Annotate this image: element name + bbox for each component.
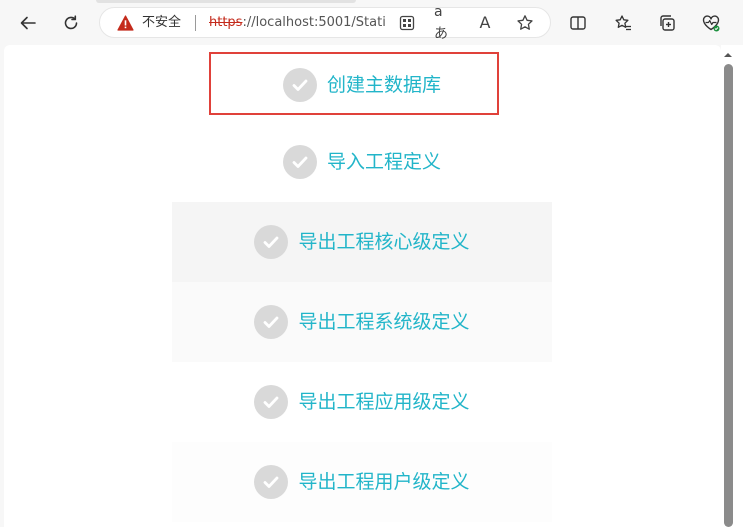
url-scheme: https bbox=[209, 15, 243, 30]
step-label: 导出工程应用级定义 bbox=[298, 391, 470, 413]
browser-essentials-button[interactable] bbox=[697, 9, 725, 37]
checkmark-icon bbox=[254, 225, 289, 259]
favorite-button[interactable] bbox=[514, 12, 536, 34]
read-aloud-button[interactable]: A bbox=[474, 12, 496, 34]
step-import-project-def[interactable]: 导入工程定义 bbox=[172, 122, 552, 202]
favorites-star-list-icon bbox=[615, 15, 631, 31]
refresh-button[interactable] bbox=[57, 9, 85, 37]
translate-icon: aあ bbox=[434, 4, 448, 42]
address-bar[interactable]: 不安全 https://localhost:5001/Stati... aあ A bbox=[99, 4, 551, 42]
url-text[interactable]: https://localhost:5001/Stati... bbox=[209, 15, 387, 31]
app-available-button[interactable] bbox=[396, 12, 418, 34]
step-export-system-def[interactable]: 导出工程系统级定义 bbox=[172, 282, 552, 362]
step-label: 导出工程系统级定义 bbox=[298, 311, 470, 333]
scrollbar-thumb[interactable] bbox=[724, 64, 733, 527]
split-screen-icon bbox=[570, 16, 586, 30]
refresh-icon bbox=[64, 15, 78, 30]
heart-pulse-icon bbox=[702, 15, 720, 32]
split-screen-button[interactable] bbox=[564, 9, 592, 37]
address-separator bbox=[195, 15, 196, 31]
active-tab-edge bbox=[96, 0, 356, 3]
step-label: 导入工程定义 bbox=[326, 151, 441, 173]
url-rest: ://localhost:5001/Stati... bbox=[242, 15, 387, 30]
warning-icon bbox=[117, 15, 134, 31]
checkmark-icon bbox=[254, 465, 289, 499]
checkmark-icon bbox=[254, 305, 289, 339]
highlight-frame bbox=[209, 52, 499, 115]
browser-toolbar: 不安全 https://localhost:5001/Stati... aあ A bbox=[0, 0, 743, 45]
grid-apps-icon bbox=[399, 15, 415, 31]
back-button[interactable] bbox=[14, 9, 42, 37]
read-aloud-icon: A bbox=[479, 13, 491, 32]
checkmark-icon bbox=[254, 385, 289, 419]
step-export-app-def[interactable]: 导出工程应用级定义 bbox=[172, 362, 552, 442]
step-export-core-def[interactable]: 导出工程核心级定义 bbox=[172, 202, 552, 282]
collections-icon bbox=[660, 15, 675, 31]
step-export-user-def[interactable]: 导出工程用户级定义 bbox=[172, 442, 552, 522]
star-icon bbox=[517, 15, 533, 30]
checkmark-icon bbox=[282, 145, 317, 179]
collections-button[interactable] bbox=[653, 9, 681, 37]
translate-button[interactable]: aあ bbox=[434, 4, 456, 42]
step-label: 导出工程用户级定义 bbox=[298, 471, 470, 493]
scroll-up-arrow-icon[interactable] bbox=[722, 50, 734, 60]
favorites-button[interactable] bbox=[609, 9, 637, 37]
arrow-left-icon bbox=[20, 16, 36, 30]
page-viewport: 创建主数据库 导入工程定义 导出工程核心级定义 导出工程系统级定义 导出工程应用… bbox=[4, 45, 721, 527]
step-label: 导出工程核心级定义 bbox=[298, 231, 470, 253]
not-secure-label[interactable]: 不安全 bbox=[142, 15, 181, 31]
